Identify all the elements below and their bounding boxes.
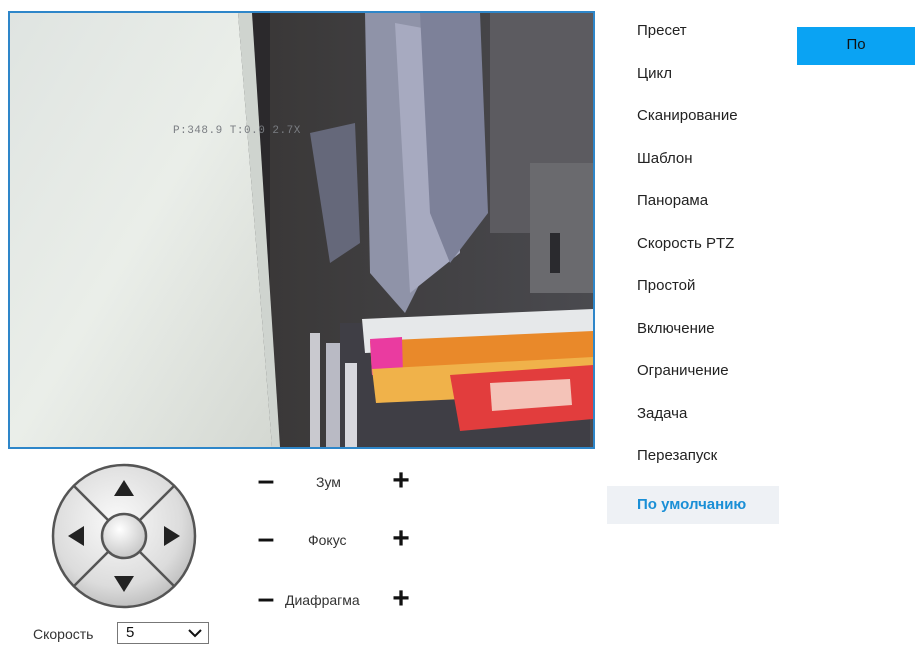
menu-item-task[interactable]: Задача xyxy=(607,397,779,440)
focus-label: Фокус xyxy=(308,532,347,548)
menu-item-default[interactable]: По умолчанию xyxy=(607,485,779,524)
arrow-up-icon xyxy=(114,480,134,496)
menu-item-pattern[interactable]: Шаблон xyxy=(607,142,779,185)
osd-ptz-readout: P:348.9 T:0.0 2.7X xyxy=(173,125,301,137)
default-action-button[interactable]: По xyxy=(797,27,915,65)
ptz-center-button[interactable] xyxy=(102,514,146,558)
focus-near-button[interactable]: – xyxy=(253,524,279,554)
chevron-down-icon xyxy=(188,629,202,638)
ptz-joystick[interactable] xyxy=(50,462,198,610)
speed-select[interactable]: 5 xyxy=(117,622,209,644)
focus-control: – Фокус + xyxy=(250,524,420,556)
zoom-label: Зум xyxy=(316,474,341,490)
zoom-in-button[interactable]: + xyxy=(388,466,414,496)
ptz-down-button[interactable] xyxy=(107,566,141,600)
zoom-control: – Зум + xyxy=(250,466,420,498)
ptz-right-button[interactable] xyxy=(154,519,188,553)
iris-open-button[interactable]: + xyxy=(388,584,414,614)
menu-item-cycle[interactable]: Цикл xyxy=(607,57,779,100)
iris-label: Диафрагма xyxy=(285,592,360,608)
speed-value: 5 xyxy=(126,624,135,641)
menu-item-power-on[interactable]: Включение xyxy=(607,312,779,355)
menu-item-idle[interactable]: Простой xyxy=(607,269,779,312)
iris-close-button[interactable]: – xyxy=(253,584,279,614)
video-preview[interactable]: P:348.9 T:0.0 2.7X xyxy=(8,11,595,449)
speed-label: Скорость xyxy=(33,626,94,642)
ptz-left-button[interactable] xyxy=(60,519,94,553)
menu-item-limit[interactable]: Ограничение xyxy=(607,354,779,397)
menu-item-restart[interactable]: Перезапуск xyxy=(607,439,779,482)
menu-item-ptz-speed[interactable]: Скорость PTZ xyxy=(607,227,779,270)
camera-frame xyxy=(10,13,593,447)
arrow-down-icon xyxy=(114,576,134,592)
menu-item-preset[interactable]: Пресет xyxy=(607,14,779,57)
arrow-right-icon xyxy=(164,526,180,546)
iris-control: – Диафрагма + xyxy=(250,584,420,616)
zoom-out-button[interactable]: – xyxy=(253,466,279,496)
arrow-left-icon xyxy=(68,526,84,546)
menu-item-panorama[interactable]: Панорама xyxy=(607,184,779,227)
ptz-up-button[interactable] xyxy=(107,472,141,506)
menu-item-scan[interactable]: Сканирование xyxy=(607,99,779,142)
ptz-function-menu: Пресет Цикл Сканирование Шаблон Панорама… xyxy=(607,14,779,524)
focus-far-button[interactable]: + xyxy=(388,524,414,554)
